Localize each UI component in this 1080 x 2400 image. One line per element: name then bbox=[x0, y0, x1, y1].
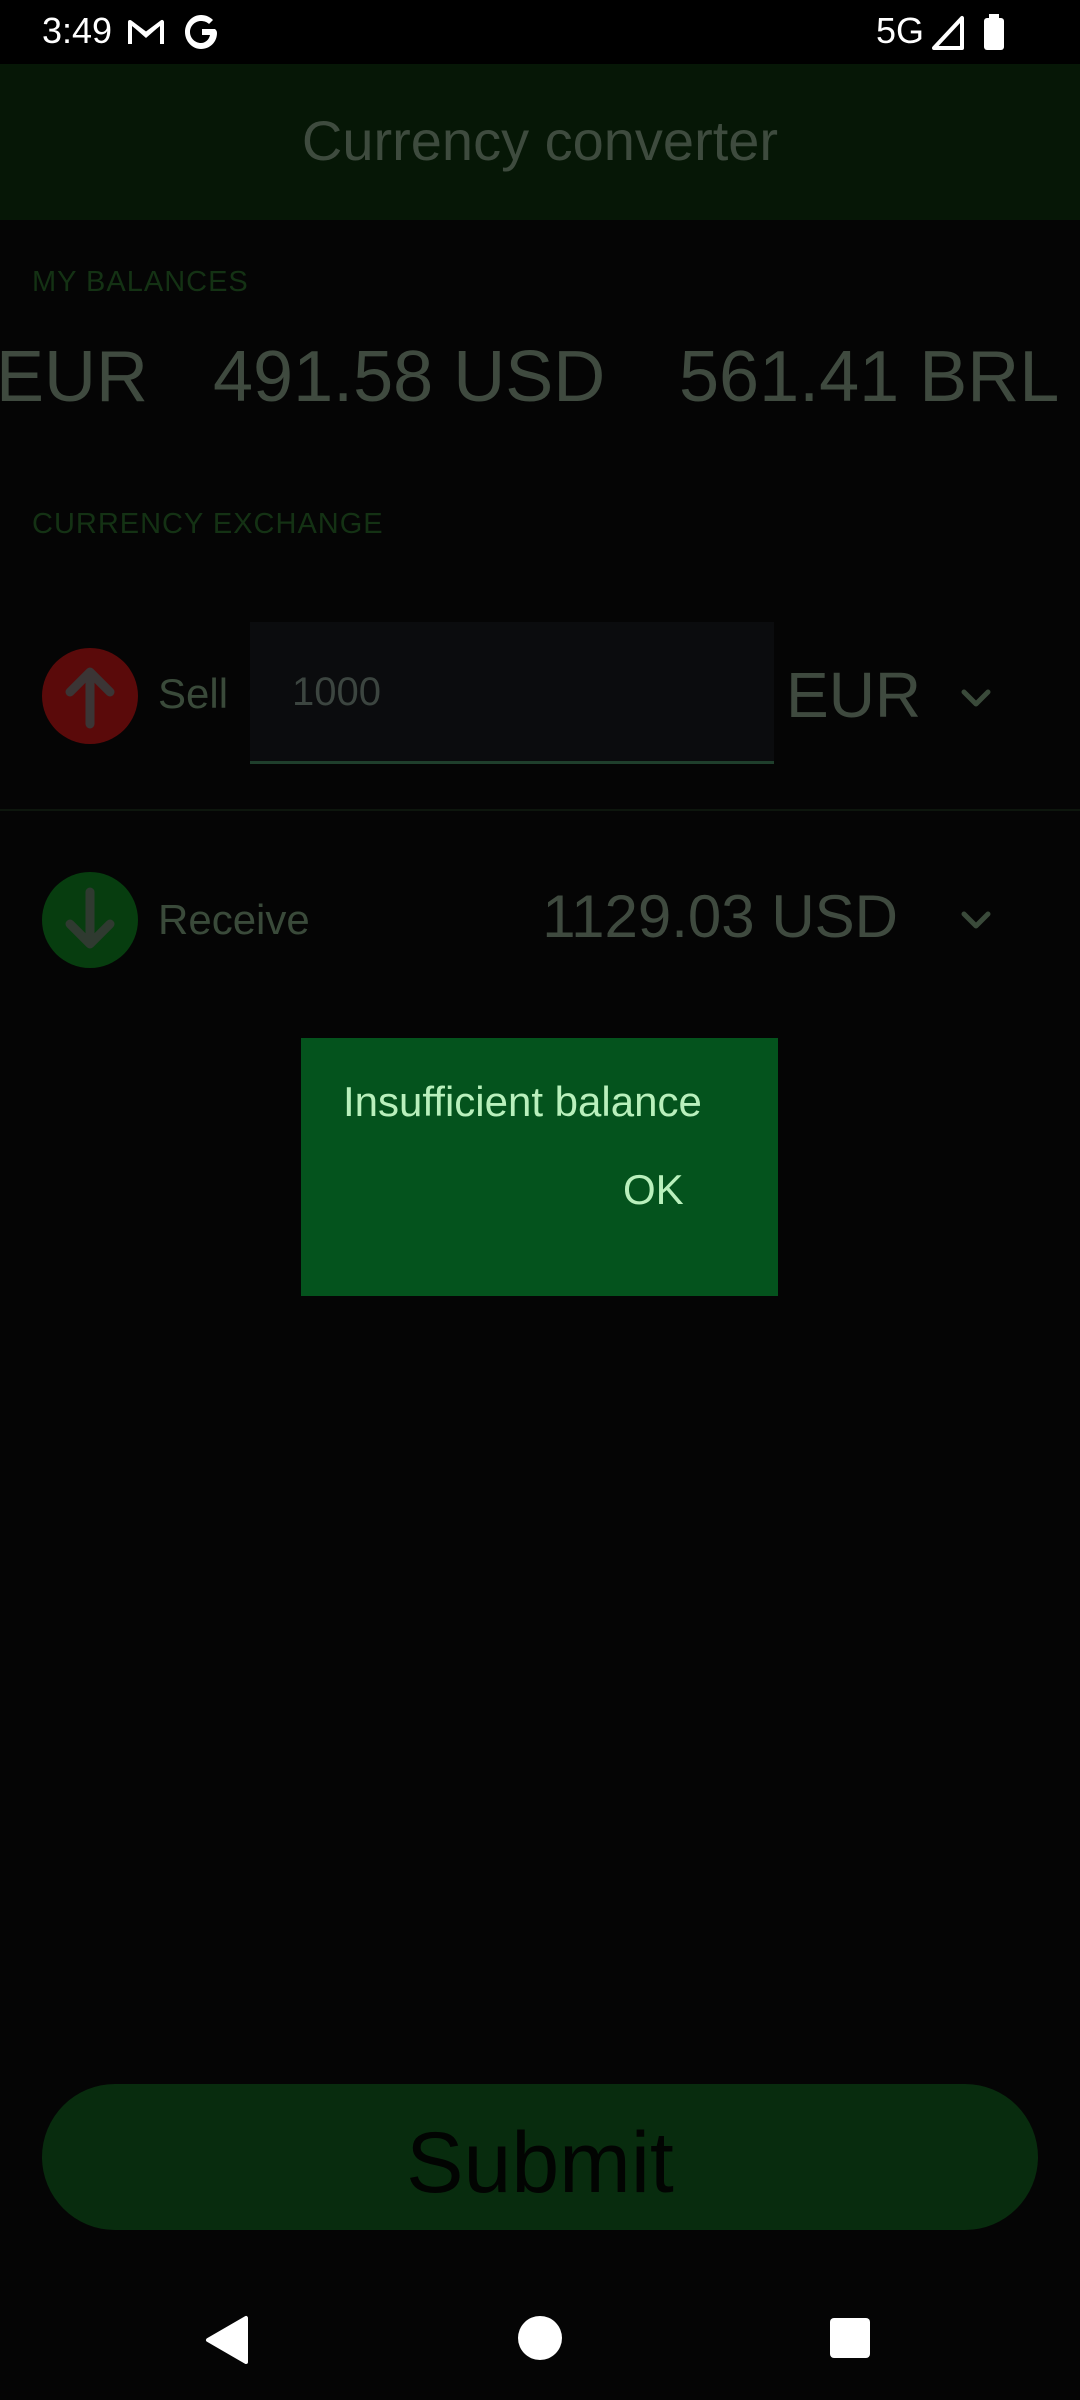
sell-amount-value: 1000 bbox=[292, 670, 381, 714]
google-icon bbox=[185, 15, 217, 49]
receive-label: Receive bbox=[158, 896, 310, 943]
page-title: Currency converter bbox=[301, 109, 779, 172]
navigation-bar bbox=[0, 2272, 1080, 2400]
exchange-section-label: CURRENCY EXCHANGE bbox=[32, 508, 384, 540]
arrow-up-icon bbox=[65, 667, 115, 729]
recents-icon[interactable] bbox=[828, 2316, 872, 2360]
sell-arrow-badge bbox=[42, 648, 138, 744]
dialog-message: Insufficient balance bbox=[343, 1078, 702, 1125]
row-divider bbox=[0, 809, 1080, 811]
sell-amount-input[interactable]: 1000 bbox=[250, 622, 774, 764]
receive-arrow-badge bbox=[42, 872, 138, 968]
sell-row: Sell 1000 EUR bbox=[0, 600, 1080, 780]
balances-carousel[interactable]: EUR 491.58 USD 561.41 BRL bbox=[0, 336, 1080, 436]
battery-icon bbox=[984, 14, 1004, 50]
balance-item-brl: 561.41 BRL bbox=[679, 337, 1060, 417]
sell-currency-select[interactable]: EUR bbox=[786, 658, 921, 732]
receive-amount: 1129.03 USD bbox=[542, 883, 898, 950]
chevron-down-icon[interactable] bbox=[954, 900, 998, 940]
balance-item-usd: 491.58 USD bbox=[213, 337, 606, 417]
receive-row: Receive 1129.03 USD bbox=[0, 836, 1080, 996]
chevron-down-icon[interactable] bbox=[954, 678, 998, 718]
balance-item-eur: EUR bbox=[0, 337, 149, 417]
signal-icon bbox=[932, 16, 964, 50]
back-icon[interactable] bbox=[204, 2314, 252, 2366]
gmail-icon bbox=[128, 20, 164, 44]
status-bar: 3:49 5G bbox=[0, 0, 1080, 64]
submit-button[interactable]: Submit bbox=[42, 2084, 1038, 2230]
submit-label: Submit bbox=[406, 2115, 674, 2211]
balances-section-label: MY BALANCES bbox=[32, 266, 249, 298]
app-bar: Currency converter bbox=[0, 64, 1080, 220]
home-icon[interactable] bbox=[516, 2314, 564, 2362]
insufficient-balance-dialog: Insufficient balance OK bbox=[301, 1038, 778, 1296]
ok-button[interactable]: OK bbox=[617, 1166, 690, 1214]
status-time: 3:49 bbox=[42, 10, 113, 51]
arrow-down-icon bbox=[65, 887, 115, 949]
sell-label: Sell bbox=[158, 670, 229, 717]
network-type: 5G bbox=[876, 10, 925, 51]
